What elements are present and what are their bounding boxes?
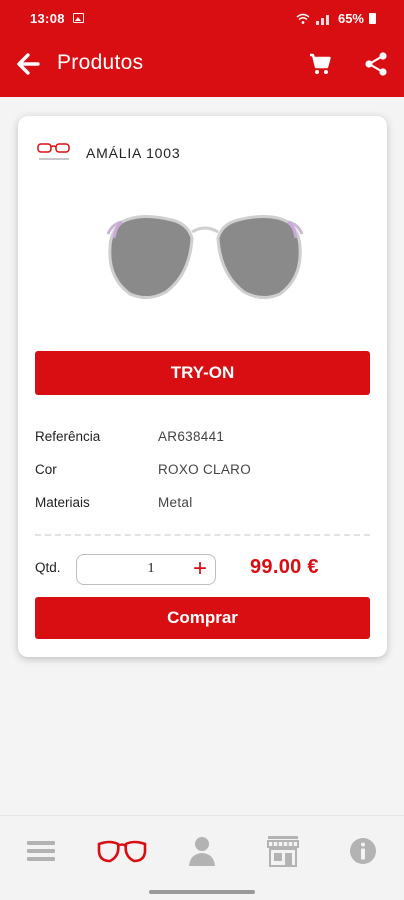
menu-icon[interactable] bbox=[22, 834, 62, 868]
spec-value: AR638441 bbox=[158, 429, 225, 444]
try-on-button[interactable]: TRY-ON bbox=[35, 351, 370, 395]
brand-logo bbox=[37, 143, 70, 160]
product-image bbox=[106, 215, 304, 299]
product-card: AMÁLIA 1003 TRY-ON Referência AR638441 C… bbox=[18, 116, 387, 657]
gesture-home-bar[interactable] bbox=[149, 890, 255, 894]
spec-value: ROXO CLARO bbox=[158, 462, 252, 477]
spec-label: Materiais bbox=[35, 495, 90, 510]
quantity-stepper[interactable]: 1 + bbox=[76, 554, 216, 585]
status-time: 13:08 bbox=[30, 11, 65, 26]
status-bar: 13:08 65% bbox=[0, 0, 404, 38]
quantity-label: Qtd. bbox=[35, 560, 61, 575]
user-icon[interactable] bbox=[182, 834, 222, 868]
product-price: 99.00 € bbox=[250, 556, 319, 578]
spec-label: Referência bbox=[35, 429, 101, 444]
back-arrow-icon[interactable] bbox=[16, 52, 42, 76]
spec-value: Metal bbox=[158, 495, 193, 510]
signal-icon bbox=[314, 13, 334, 25]
status-right: 65% bbox=[296, 11, 376, 26]
dashed-divider bbox=[35, 534, 370, 536]
wifi-calling-icon bbox=[296, 13, 310, 24]
spec-row-color: Cor ROXO CLARO bbox=[35, 462, 370, 495]
spec-label: Cor bbox=[35, 462, 57, 477]
spec-row-reference: Referência AR638441 bbox=[35, 429, 370, 462]
product-specs: Referência AR638441 Cor ROXO CLARO Mater… bbox=[35, 429, 370, 528]
top-app-bar: 13:08 65% Produtos bbox=[0, 0, 404, 97]
spec-row-materials: Materiais Metal bbox=[35, 495, 370, 528]
image-notification-icon bbox=[73, 13, 84, 23]
page-title: Produtos bbox=[57, 51, 144, 74]
bottom-navigation bbox=[0, 815, 404, 900]
store-icon[interactable] bbox=[263, 834, 303, 868]
glasses-icon[interactable] bbox=[96, 834, 148, 868]
info-icon[interactable] bbox=[343, 834, 383, 868]
cart-icon[interactable] bbox=[308, 52, 332, 76]
buy-button[interactable]: Comprar bbox=[35, 597, 370, 639]
battery-icon bbox=[369, 13, 376, 24]
plus-icon[interactable]: + bbox=[193, 556, 207, 582]
app-bar: Produtos bbox=[0, 42, 404, 86]
battery-percent: 65% bbox=[337, 11, 364, 26]
product-name: AMÁLIA 1003 bbox=[86, 145, 181, 161]
share-icon[interactable] bbox=[364, 51, 388, 77]
